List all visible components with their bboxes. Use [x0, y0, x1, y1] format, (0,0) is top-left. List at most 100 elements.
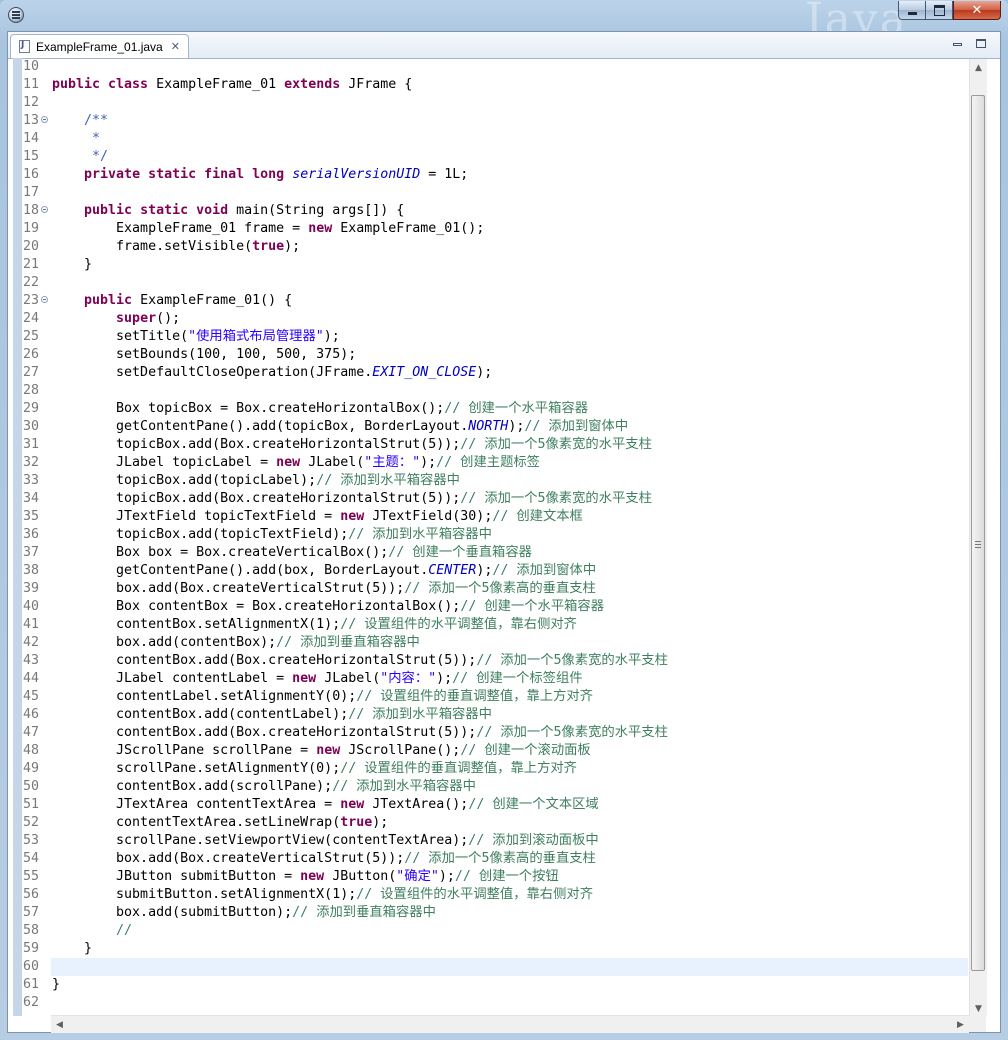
code-line[interactable]: 30 getContentPane().add(topicBox, Border… [8, 418, 968, 436]
line-number: 62 [23, 995, 40, 1010]
code-line[interactable]: 22 [8, 274, 968, 292]
code-line[interactable]: 49 scrollPane.setAlignmentY(0);// 设置组件的垂… [8, 760, 968, 778]
code-line[interactable]: 58 // [8, 922, 968, 940]
code-line[interactable]: 18 public static void main(String args[]… [8, 202, 968, 220]
line-number: 54 [23, 851, 40, 866]
code-line[interactable]: 47 contentBox.add(Box.createHorizontalSt… [8, 724, 968, 742]
code-token: box.add(Box. [52, 581, 213, 596]
scroll-right-icon[interactable]: ▶ [952, 1016, 969, 1033]
fold-collapse-icon[interactable] [41, 116, 48, 123]
fold-collapse-icon[interactable] [41, 206, 48, 213]
code-line[interactable]: 25 setTitle("使用箱式布局管理器"); [8, 328, 968, 346]
code-token: getContentPane().add(topicBox, BorderLay… [52, 419, 469, 434]
code-line[interactable]: 40 Box contentBox = Box.createHorizontal… [8, 598, 968, 616]
code-token: ); [372, 815, 389, 830]
code-token: public [84, 293, 133, 308]
code-line[interactable]: 14 * [8, 130, 968, 148]
code-line[interactable]: 19 ExampleFrame_01 frame = new ExampleFr… [8, 220, 968, 238]
code-line[interactable]: 53 scrollPane.setViewportView(contentTex… [8, 832, 968, 850]
code-line[interactable]: 34 topicBox.add(Box.createHorizontalStru… [8, 490, 968, 508]
scroll-down-icon[interactable]: ▼ [970, 1000, 987, 1017]
maximize-button[interactable] [926, 1, 953, 20]
code-line[interactable]: 60 [8, 958, 968, 976]
code-line[interactable]: 10 [8, 58, 968, 76]
scroll-left-icon[interactable]: ◀ [51, 1016, 68, 1033]
code-token: extends [284, 77, 341, 92]
line-number: 16 [23, 167, 40, 182]
tab-examplefame-java[interactable]: ExampleFrame_01.java ✕ [10, 34, 189, 58]
tab-close-icon[interactable]: ✕ [171, 40, 180, 53]
code-line[interactable]: 20 frame.setVisible(true); [8, 238, 968, 256]
code-line[interactable]: 23 public ExampleFrame_01() { [8, 292, 968, 310]
code-line[interactable]: 61} [8, 976, 968, 994]
code-token: CENTER [428, 563, 477, 578]
code-token: // 添加一个5像素宽的水平支柱 [476, 725, 668, 740]
code-line[interactable]: 27 setDefaultCloseOperation(JFrame.EXIT_… [8, 364, 968, 382]
code-line[interactable]: 55 JButton submitButton = new JButton("确… [8, 868, 968, 886]
code-line[interactable]: 46 contentBox.add(contentLabel);// 添加到水平… [8, 706, 968, 724]
code-line[interactable]: 32 JLabel topicLabel = new JLabel("主题：")… [8, 454, 968, 472]
code-line[interactable]: 62 [8, 994, 968, 1012]
code-line[interactable]: 44 JLabel contentLabel = new JLabel("内容：… [8, 670, 968, 688]
code-line[interactable]: 50 contentBox.add(scrollPane);// 添加到水平箱容… [8, 778, 968, 796]
code-line[interactable]: 24 super(); [8, 310, 968, 328]
code-line[interactable]: 52 contentTextArea.setLineWrap(true); [8, 814, 968, 832]
code-line[interactable]: 29 Box topicBox = Box.createHorizontalBo… [8, 400, 968, 418]
code-line[interactable]: 54 box.add(Box.createVerticalStrut(5));/… [8, 850, 968, 868]
code-line[interactable]: 16 private static final long serialVersi… [8, 166, 968, 184]
code-token: true [340, 815, 373, 830]
code-text: } [52, 256, 92, 274]
code-line[interactable]: 31 topicBox.add(Box.createHorizontalStru… [8, 436, 968, 454]
code-line[interactable]: 15 */ [8, 148, 968, 166]
code-text: JLabel topicLabel = new JLabel("主题：");//… [52, 454, 540, 472]
horizontal-scrollbar[interactable]: ◀ ▶ [51, 1015, 969, 1033]
code-line[interactable]: 57 box.add(submitButton);// 添加到垂直箱容器中 [8, 904, 968, 922]
code-token: } [52, 257, 93, 272]
line-number: 40 [23, 599, 40, 614]
code-line[interactable]: 12 [8, 94, 968, 112]
vertical-scrollbar[interactable]: ▲ ▼ [969, 59, 987, 1017]
vertical-scroll-thumb[interactable] [971, 95, 985, 971]
code-token: // 添加一个5像素宽的水平支柱 [476, 653, 668, 668]
code-line[interactable]: 39 box.add(Box.createVerticalStrut(5));/… [8, 580, 968, 598]
line-number: 50 [23, 779, 40, 794]
view-maximize-button[interactable] [974, 37, 988, 49]
code-line[interactable]: 43 contentBox.add(Box.createHorizontalSt… [8, 652, 968, 670]
code-line[interactable]: 13 /** [8, 112, 968, 130]
code-line[interactable]: 59 } [8, 940, 968, 958]
code-line[interactable]: 28 [8, 382, 968, 400]
line-number: 33 [23, 473, 40, 488]
code-line[interactable]: 33 topicBox.add(topicLabel);// 添加到水平箱容器中 [8, 472, 968, 490]
code-token: public static void [84, 203, 229, 218]
code-line[interactable]: 42 box.add(contentBox);// 添加到垂直箱容器中 [8, 634, 968, 652]
code-token: // 添加到水平箱容器中 [316, 473, 460, 488]
code-line[interactable]: 26 setBounds(100, 100, 500, 375); [8, 346, 968, 364]
code-token: ); [438, 869, 455, 884]
code-line[interactable]: 38 getContentPane().add(box, BorderLayou… [8, 562, 968, 580]
code-line[interactable]: 51 JTextArea contentTextArea = new JText… [8, 796, 968, 814]
fold-collapse-icon[interactable] [41, 296, 48, 303]
code-line[interactable]: 11 public class ExampleFrame_01 extends J… [8, 76, 968, 94]
code-token: // 添加一个5像素高的垂直支柱 [404, 581, 596, 596]
code-line[interactable]: 37 Box box = Box.createVerticalBox();// … [8, 544, 968, 562]
system-menu-icon[interactable] [8, 7, 24, 23]
code-text: topicBox.add(topicLabel);// 添加到水平箱容器中 [52, 472, 460, 490]
minimize-button[interactable] [898, 1, 926, 20]
code-line[interactable]: 48 JScrollPane scrollPane = new JScrollP… [8, 742, 968, 760]
code-token: super [116, 311, 157, 326]
code-line[interactable]: 17 [8, 184, 968, 202]
code-line[interactable]: 35 JTextField topicTextField = new JText… [8, 508, 968, 526]
code-line[interactable]: 45 contentLabel.setAlignmentY(0);// 设置组件… [8, 688, 968, 706]
code-editor[interactable]: 10 11 public class ExampleFrame_01 extends… [8, 58, 968, 1016]
code-text: ExampleFrame_01 frame = new ExampleFrame… [52, 220, 484, 238]
code-line[interactable]: 41 contentBox.setAlignmentX(1);// 设置组件的水… [8, 616, 968, 634]
scroll-up-icon[interactable]: ▲ [970, 59, 987, 76]
code-line[interactable]: 21 } [8, 256, 968, 274]
close-button[interactable]: ✕ [953, 1, 1001, 20]
code-line[interactable]: 56 submitButton.setAlignmentX(1);// 设置组件… [8, 886, 968, 904]
java-file-icon [19, 40, 30, 53]
code-line[interactable]: 36 topicBox.add(topicTextField);// 添加到水平… [8, 526, 968, 544]
title-bar[interactable]: Java ✕ [0, 0, 1008, 45]
view-minimize-button[interactable] [950, 37, 964, 49]
